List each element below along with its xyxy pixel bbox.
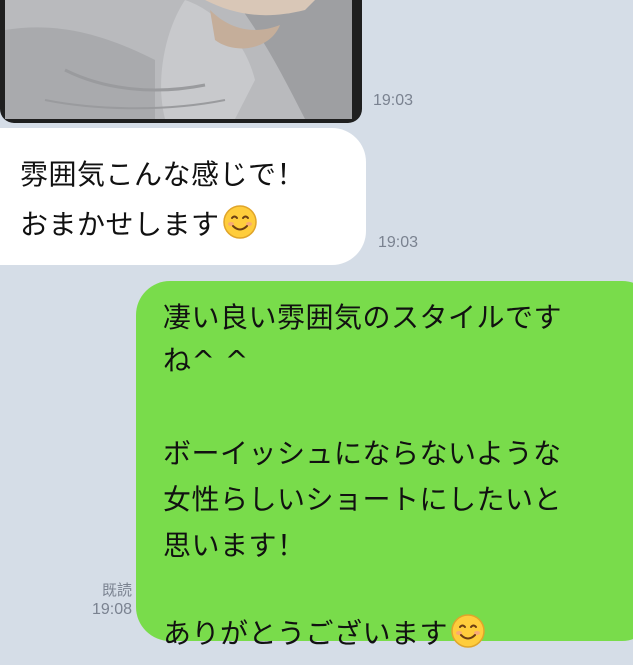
outgoing-message-line: 女性らしいショートにしたいと: [163, 483, 563, 516]
incoming-message-timestamp: 19:03: [378, 234, 419, 251]
outgoing-message-timestamp: 19:08: [91, 601, 132, 618]
outgoing-message-bubble[interactable]: 凄い良い雰囲気のスタイルです ね^ ^ ボーイッシュにならないような 女性らしい…: [136, 281, 633, 650]
photo-image[interactable]: [5, 0, 352, 119]
outgoing-message-text: ありがとうございます: [163, 617, 449, 650]
incoming-message-text: おまかせします: [20, 208, 220, 241]
photo-timestamp: 19:03: [373, 92, 414, 109]
outgoing-message-line: ね^ ^: [163, 344, 249, 377]
photo-message[interactable]: [0, 0, 362, 123]
read-label: 既読: [101, 582, 132, 599]
incoming-message-bubble[interactable]: 雰囲気こんな感じで！ おまかせします: [0, 128, 366, 265]
outgoing-message-line: ボーイッシュにならないような: [163, 437, 562, 470]
read-receipt: 既読 19:08: [76, 582, 132, 620]
incoming-message-line: 雰囲気こんな感じで！: [20, 158, 306, 191]
smiling-face-icon: [450, 613, 486, 665]
photo-sweater-illustration: [5, 0, 352, 119]
outgoing-message-line: 思います！: [163, 529, 306, 562]
outgoing-message-line-with-emoji: ありがとうございます: [163, 609, 633, 665]
smiling-face-icon: [222, 204, 258, 256]
incoming-message-line-with-emoji: おまかせします: [20, 200, 366, 256]
